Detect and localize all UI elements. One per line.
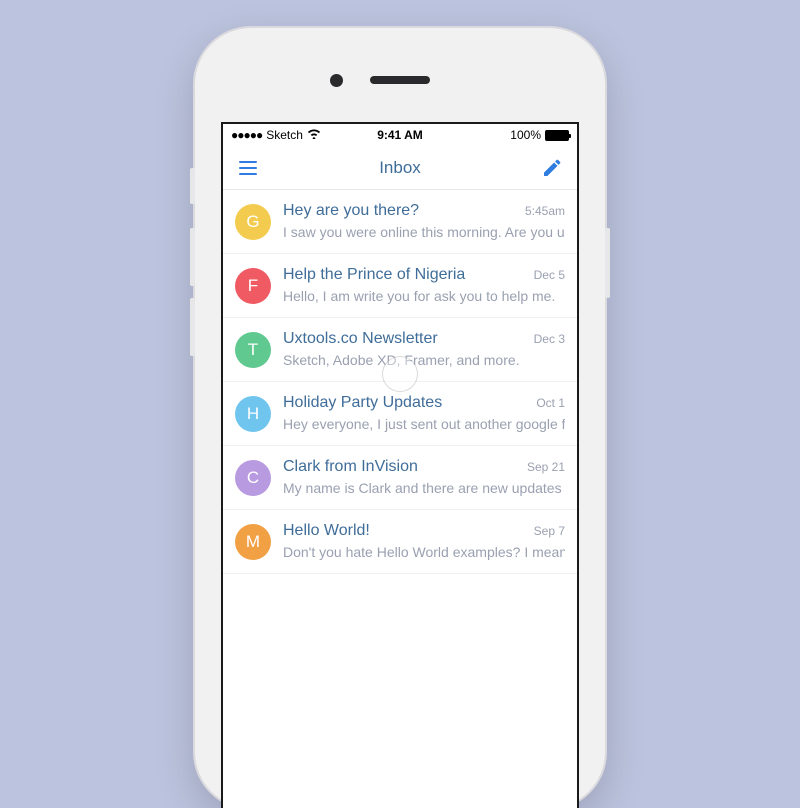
phone-power-button	[605, 228, 610, 298]
battery-pct-label: 100%	[510, 128, 541, 142]
message-date: Dec 3	[534, 332, 565, 346]
message-preview: Sketch, Adobe XD, Framer, and more.	[283, 352, 565, 368]
message-row[interactable]: M Hello World! Sep 7 Don't you hate Hello W…	[223, 510, 577, 574]
message-subject: Holiday Party Updates	[283, 394, 528, 412]
message-preview: Hello, I am write you for ask you to hel…	[283, 288, 565, 304]
avatar: C	[235, 460, 271, 496]
message-row[interactable]: H Holiday Party Updates Oct 1 Hey everyone,…	[223, 382, 577, 446]
carrier-label: Sketch	[266, 128, 303, 142]
phone-camera	[330, 74, 343, 87]
wifi-icon	[307, 128, 321, 142]
battery-icon	[545, 130, 569, 141]
message-row[interactable]: F Help the Prince of Nigeria Dec 5 Hello, I…	[223, 254, 577, 318]
message-date: Oct 1	[536, 396, 565, 410]
compose-icon[interactable]	[539, 155, 565, 181]
message-date: 5:45am	[525, 204, 565, 218]
message-content: Clark from InVision Sep 21 My name is Clar…	[283, 458, 565, 496]
message-content: Hey are you there? 5:45am I saw you were o…	[283, 202, 565, 240]
message-preview: Don't you hate Hello World examples? I m…	[283, 544, 565, 560]
message-row[interactable]: T Uxtools.co Newsletter Dec 3 Sketch, Adobe…	[223, 318, 577, 382]
message-subject: Hello World!	[283, 522, 526, 540]
message-date: Sep 21	[527, 460, 565, 474]
message-list[interactable]: G Hey are you there? 5:45am I saw you were …	[223, 190, 577, 574]
avatar: G	[235, 204, 271, 240]
screen: ●●●●● Sketch 9:41 AM 100% Inbox G Hey are…	[221, 122, 579, 808]
message-date: Sep 7	[534, 524, 565, 538]
phone-speaker	[370, 76, 430, 84]
avatar: H	[235, 396, 271, 432]
message-content: Holiday Party Updates Oct 1 Hey everyone, …	[283, 394, 565, 432]
phone-volume-up	[190, 228, 195, 286]
hamburger-icon[interactable]	[235, 155, 261, 181]
message-content: Help the Prince of Nigeria Dec 5 Hello, I …	[283, 266, 565, 304]
signal-dots-icon: ●●●●●	[231, 128, 262, 142]
avatar: F	[235, 268, 271, 304]
message-preview: My name is Clark and there are new updat…	[283, 480, 565, 496]
message-subject: Clark from InVision	[283, 458, 519, 476]
avatar: T	[235, 332, 271, 368]
message-content: Uxtools.co Newsletter Dec 3 Sketch, Adobe …	[283, 330, 565, 368]
message-subject: Uxtools.co Newsletter	[283, 330, 526, 348]
message-subject: Hey are you there?	[283, 202, 517, 220]
phone-volume-down	[190, 298, 195, 356]
phone-frame: ●●●●● Sketch 9:41 AM 100% Inbox G Hey are…	[195, 28, 605, 808]
status-bar: ●●●●● Sketch 9:41 AM 100%	[223, 124, 577, 146]
message-content: Hello World! Sep 7 Don't you hate Hello Wo…	[283, 522, 565, 560]
message-preview: I saw you were online this morning. Are …	[283, 224, 565, 240]
message-date: Dec 5	[534, 268, 565, 282]
message-subject: Help the Prince of Nigeria	[283, 266, 526, 284]
navbar: Inbox	[223, 146, 577, 190]
message-preview: Hey everyone, I just sent out another go…	[283, 416, 565, 432]
avatar: M	[235, 524, 271, 560]
message-row[interactable]: C Clark from InVision Sep 21 My name is Cla…	[223, 446, 577, 510]
phone-mute-switch	[190, 168, 195, 204]
page-title: Inbox	[379, 158, 421, 178]
message-row[interactable]: G Hey are you there? 5:45am I saw you were …	[223, 190, 577, 254]
